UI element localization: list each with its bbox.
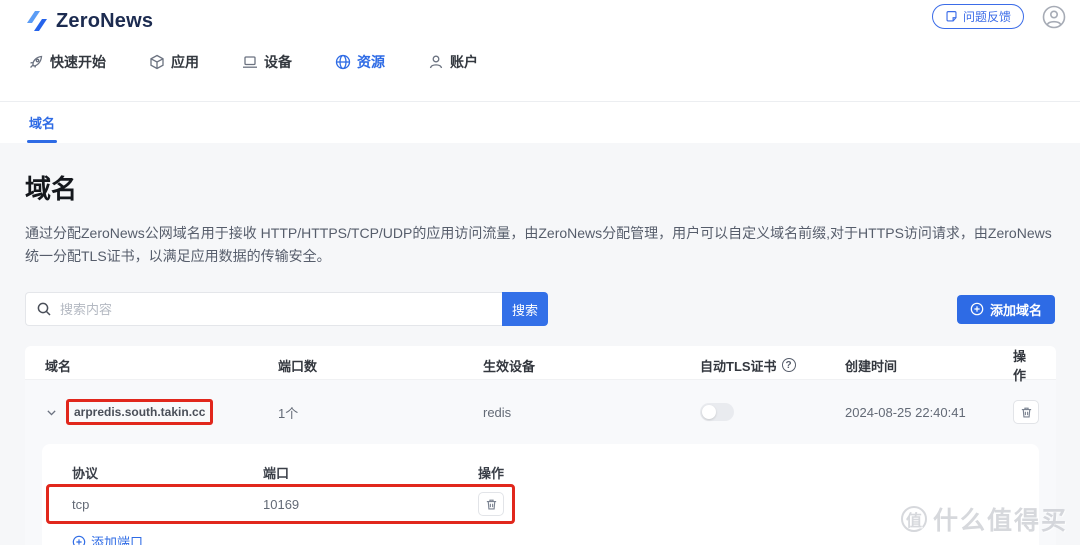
domain-table: 域名 端口数 生效设备 自动TLS证书 ? 创建时间 操作 arpredis.s…: [25, 346, 1056, 545]
page-title: 域名: [25, 174, 78, 204]
user-avatar[interactable]: [1042, 5, 1066, 29]
page-description: 通过分配ZeroNews公网域名用于接收 HTTP/HTTPS/TCP/UDP的…: [25, 225, 1052, 265]
table-row: arpredis.south.takin.cc 1个 redis 2024-08…: [25, 380, 1056, 445]
port-count: 1个: [278, 405, 299, 421]
toggle-knob: [702, 405, 716, 420]
plus-circle-icon: [970, 302, 984, 316]
nav-item-devices[interactable]: 设备: [242, 52, 292, 72]
laptop-icon: [243, 56, 257, 68]
search-icon: [37, 302, 51, 316]
tls-help-icon[interactable]: ?: [781, 358, 796, 373]
search-input[interactable]: [60, 301, 492, 317]
col-port-ops: 操作: [478, 465, 505, 481]
brand-name: ZeroNews: [56, 9, 154, 32]
delete-domain-button[interactable]: [1013, 400, 1039, 425]
active-tab-underline: [27, 140, 58, 143]
tls-toggle[interactable]: [700, 403, 734, 422]
expanded-row-panel: 协议 端口 操作 tcp 10169 添加端口: [25, 444, 1056, 545]
table-header-row: 域名 端口数 生效设备 自动TLS证书 ? 创建时间 操作: [25, 346, 1056, 383]
search-button[interactable]: 搜索: [502, 292, 548, 327]
user-icon: [429, 55, 443, 69]
chevron-down-icon[interactable]: [45, 406, 58, 419]
top-header: ZeroNews 问题反馈 快速开始 应用 设备 资源 账户: [0, 0, 1080, 102]
plus-circle-icon: [72, 535, 86, 545]
trash-icon: [1021, 407, 1031, 418]
delete-port-button[interactable]: [478, 492, 504, 517]
nav-item-resources[interactable]: 资源: [335, 52, 385, 72]
protocol-value: tcp: [72, 496, 90, 512]
search-box: [25, 292, 502, 327]
col-protocol: 协议: [72, 465, 99, 481]
domain-name-annotated[interactable]: arpredis.south.takin.cc: [66, 399, 214, 426]
nav-item-account[interactable]: 账户: [428, 52, 478, 72]
add-port-link[interactable]: 添加端口: [72, 532, 143, 545]
col-created: 创建时间: [845, 358, 898, 374]
col-ops: 操作: [1013, 349, 1027, 384]
brand-logo[interactable]: ZeroNews: [0, 0, 1080, 36]
main-nav: 快速开始 应用 设备 资源 账户: [0, 52, 1080, 72]
nav-item-apps[interactable]: 应用: [149, 52, 199, 72]
col-domain: 域名: [45, 358, 72, 374]
port-row: tcp 10169: [42, 484, 1039, 525]
port-value: 10169: [263, 496, 300, 512]
tab-domain[interactable]: 域名: [27, 102, 58, 143]
zeronews-logo-icon: [27, 11, 47, 31]
feedback-icon: [946, 11, 957, 22]
ports-header-row: 协议 端口 操作: [42, 458, 1039, 486]
rocket-icon: [30, 55, 43, 68]
add-domain-button[interactable]: 添加域名: [956, 294, 1055, 324]
ports-subtable: 协议 端口 操作 tcp 10169 添加端口: [42, 444, 1039, 545]
cube-icon: [150, 54, 164, 70]
col-ports: 端口数: [278, 358, 318, 374]
trash-icon: [486, 499, 496, 510]
device-name: redis: [483, 404, 512, 420]
col-device: 生效设备: [483, 358, 536, 374]
sub-tabs: 域名: [0, 102, 1080, 143]
col-tls: 自动TLS证书 ?: [700, 356, 845, 375]
created-time: 2024-08-25 22:40:41: [845, 404, 966, 420]
globe-icon: [335, 54, 351, 70]
col-port: 端口: [263, 465, 290, 481]
nav-item-quickstart[interactable]: 快速开始: [28, 52, 106, 72]
feedback-button[interactable]: 问题反馈: [931, 4, 1024, 29]
